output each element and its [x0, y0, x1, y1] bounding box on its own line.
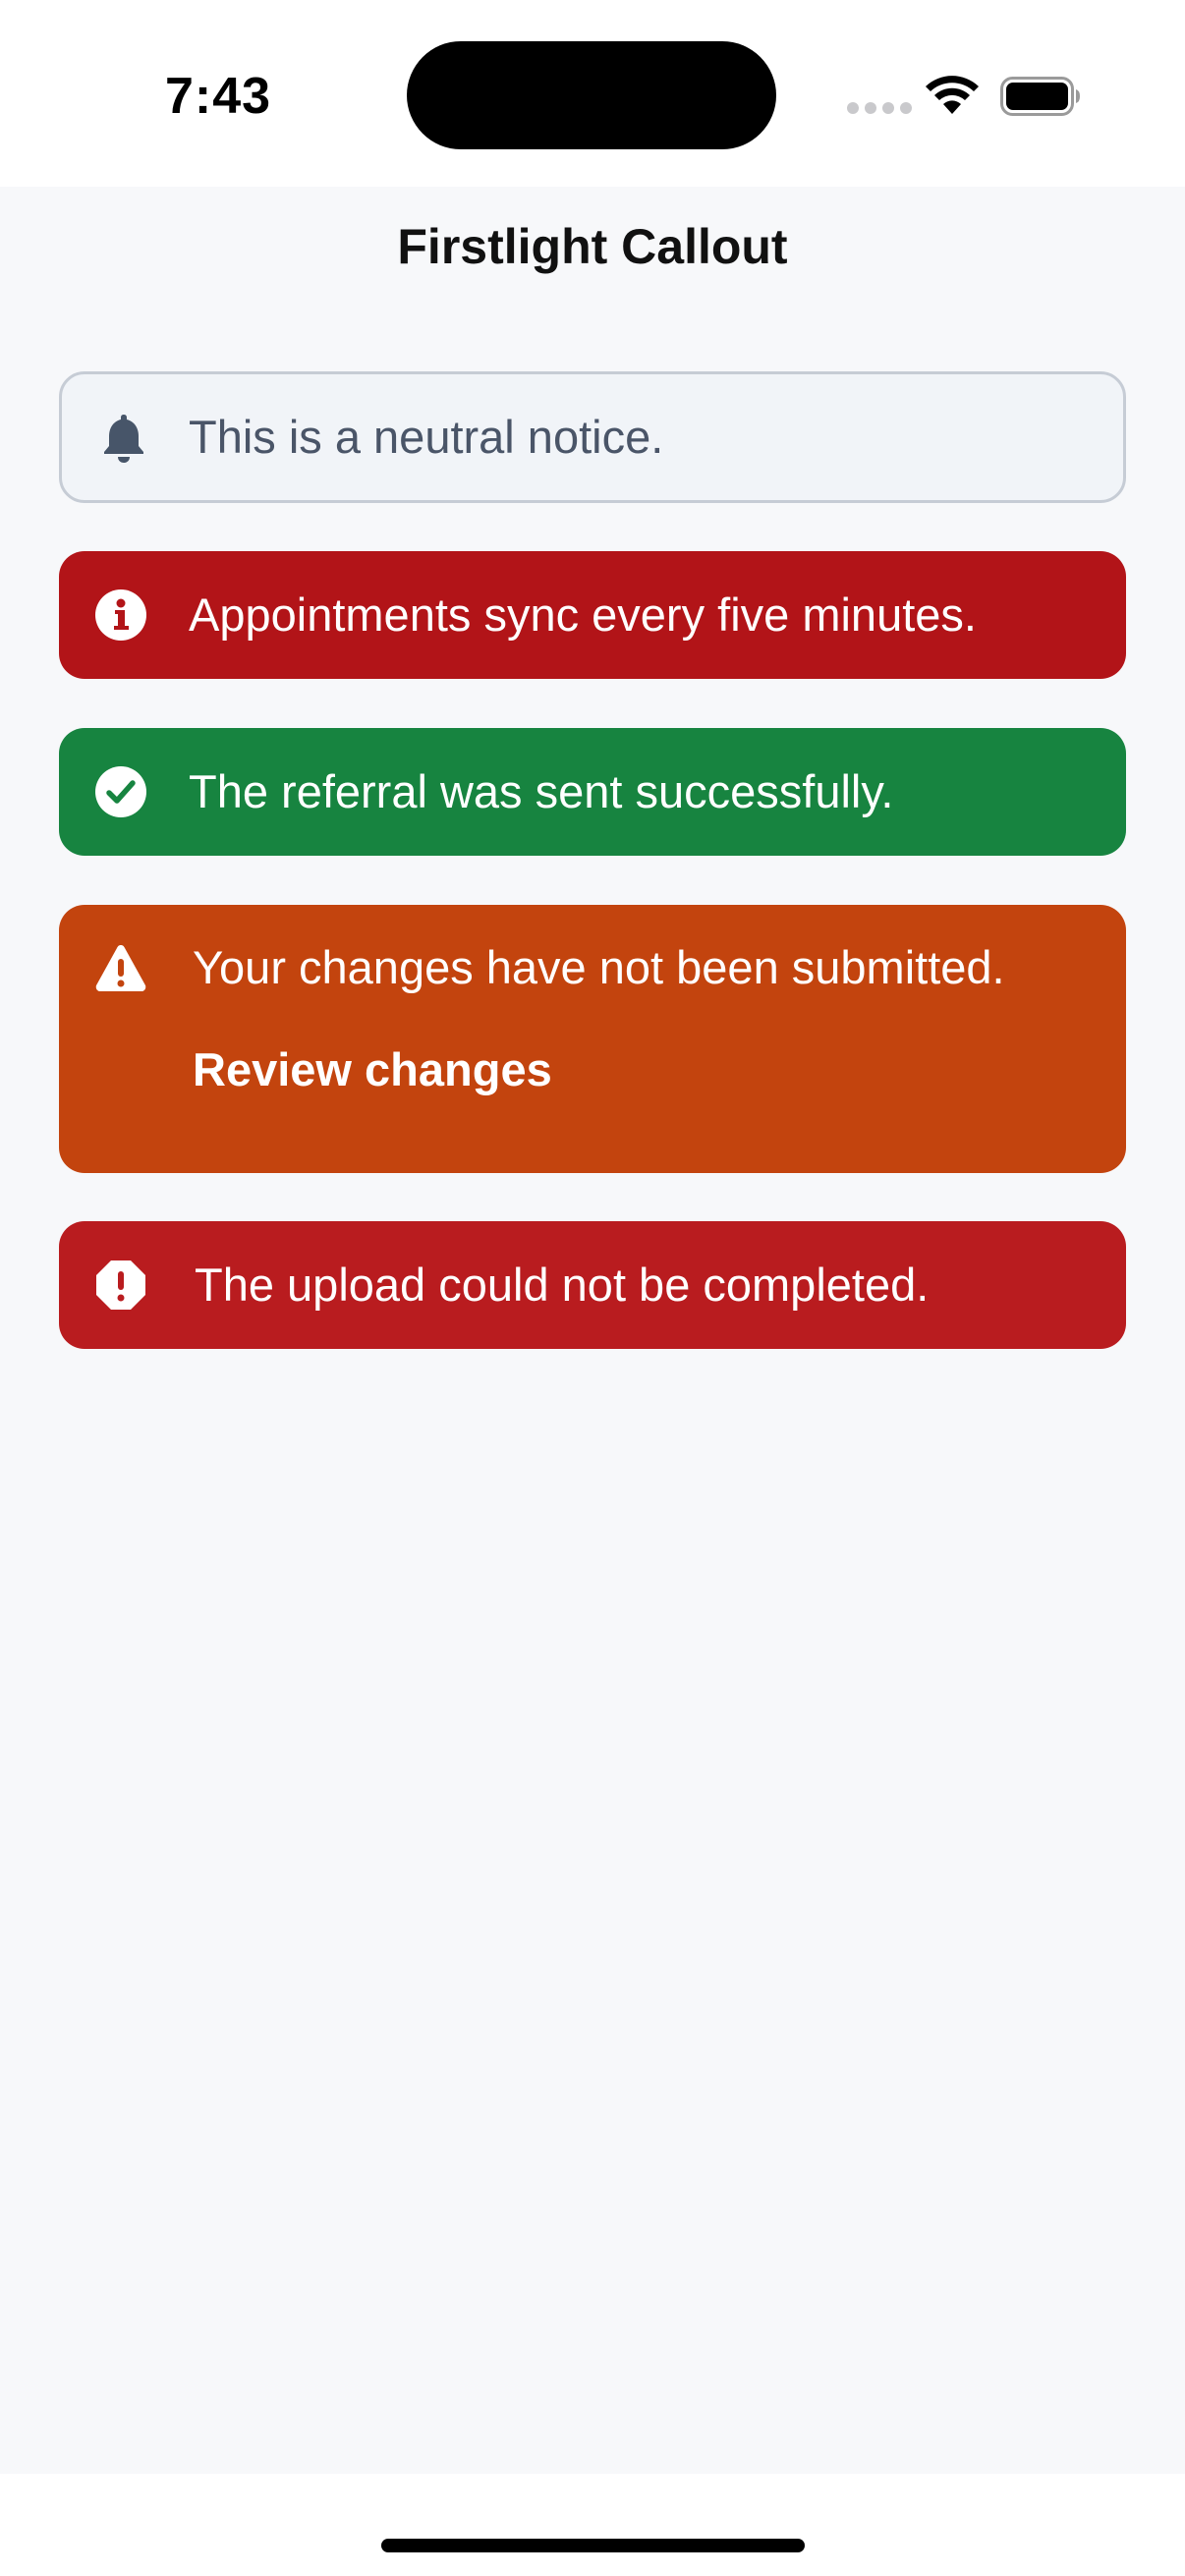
callout-success: The referral was sent successfully.	[59, 728, 1126, 856]
callout-neutral: This is a neutral notice.	[59, 371, 1126, 503]
warning-triangle-icon	[95, 945, 146, 991]
callout-error: The upload could not be completed.	[59, 1221, 1126, 1349]
callout-neutral-text: This is a neutral notice.	[189, 411, 664, 463]
status-time: 7:43	[165, 68, 272, 125]
wifi-icon	[926, 76, 979, 114]
home-indicator[interactable]	[381, 2539, 805, 2552]
error-octagon-icon	[96, 1260, 145, 1310]
dynamic-island	[407, 41, 776, 149]
review-changes-button[interactable]: Review changes	[193, 1042, 552, 1097]
check-circle-icon	[95, 766, 146, 817]
callout-warning-text: Your changes have not been submitted.	[193, 941, 1005, 993]
page-title: Firstlight Callout	[397, 219, 788, 274]
callout-success-text: The referral was sent successfully.	[189, 765, 894, 817]
callout-warning: Your changes have not been submitted. Re…	[59, 905, 1126, 1173]
bell-icon	[104, 415, 143, 463]
home-area	[0, 2474, 1185, 2576]
battery-icon	[1000, 77, 1080, 116]
callout-info: Appointments sync every five minutes.	[59, 551, 1126, 679]
cellular-signal-icon	[847, 102, 912, 114]
status-bar: 7:43 Firstlight Callout	[0, 0, 1185, 274]
info-circle-icon	[95, 589, 146, 641]
callout-error-text: The upload could not be completed.	[195, 1259, 930, 1311]
callout-info-text: Appointments sync every five minutes.	[189, 588, 977, 641]
